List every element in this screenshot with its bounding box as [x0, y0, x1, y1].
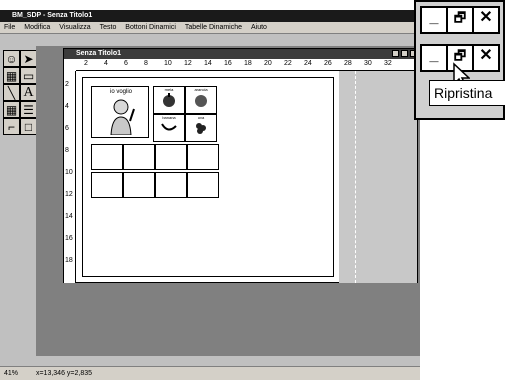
empty-cell[interactable]: [91, 172, 123, 198]
ruler-label: 2: [84, 60, 88, 67]
ruler-label: 26: [324, 60, 332, 67]
min-button[interactable]: _: [420, 44, 448, 72]
empty-cell[interactable]: [155, 172, 187, 198]
ruler-label: 18: [65, 257, 73, 264]
select-arrow-icon[interactable]: ➤: [20, 50, 37, 67]
ruler-label: 6: [124, 60, 128, 67]
ruler-label: 8: [65, 147, 69, 154]
magnified-callout: _ 🗗 ✕ _ 🗗 ✕ Ripristina: [414, 0, 505, 120]
symbol-cell-uva[interactable]: uva: [185, 114, 217, 142]
app-window: BM_SDP - Senza Titolo1 File Modifica Vis…: [0, 10, 420, 380]
ruler-label: 16: [224, 60, 232, 67]
ruler-label: 28: [344, 60, 352, 67]
table-tool-icon[interactable]: ▦: [3, 101, 20, 118]
banana-icon: [161, 123, 177, 131]
menu-visualizza[interactable]: Visualizza: [59, 24, 90, 31]
ruler-label: 2: [65, 81, 69, 88]
ruler-label: 14: [65, 213, 73, 220]
menu-bar: File Modifica Visualizza Testo Bottoni D…: [0, 22, 420, 34]
ruler-label: 16: [65, 235, 73, 242]
symbol-cell-mela[interactable]: mela: [153, 86, 185, 114]
ruler-label: 8: [144, 60, 148, 67]
ruler-label: 12: [65, 191, 73, 198]
empty-cell[interactable]: [123, 172, 155, 198]
face-tool-icon[interactable]: ☺: [3, 50, 20, 67]
restore-button[interactable]: 🗗: [446, 6, 474, 34]
empty-cell[interactable]: [187, 144, 219, 170]
ruler-label: 4: [104, 60, 108, 67]
document-title: Senza Titolo1: [76, 50, 121, 57]
document-window: Senza Titolo1 2 4 6 8 10 12 14 16 18 20 …: [63, 48, 418, 283]
symbol-cell-main[interactable]: io voglio: [91, 86, 149, 138]
ruler-label: 18: [244, 60, 252, 67]
ruler-label: 30: [364, 60, 372, 67]
title-bar: BM_SDP - Senza Titolo1: [0, 10, 420, 22]
text-tool[interactable]: A: [20, 84, 37, 101]
menu-tabelle-dinamiche[interactable]: Tabelle Dinamiche: [185, 24, 242, 31]
page-margin-area: [339, 71, 417, 283]
doc-maximize-icon[interactable]: [401, 50, 408, 57]
ruler-label: 22: [284, 60, 292, 67]
menu-file[interactable]: File: [4, 24, 15, 31]
document-title-bar: Senza Titolo1: [64, 49, 417, 59]
rectangle-tool-icon[interactable]: ▭: [20, 67, 37, 84]
ruler-top: 2 4 6 8 10 12 14 16 18 20 22 24 26 28 30…: [76, 59, 417, 71]
ruler-label: 4: [65, 103, 69, 110]
ruler-label: 12: [184, 60, 192, 67]
apple-icon: [163, 93, 175, 107]
line-tool-icon[interactable]: ╲: [3, 84, 20, 101]
menu-bottoni-dinamici[interactable]: Bottoni Dinamici: [125, 24, 176, 31]
window-title: BM_SDP - Senza Titolo1: [12, 12, 93, 19]
grapes-icon: [196, 123, 206, 134]
min-button[interactable]: _: [420, 6, 448, 34]
box-tool-icon[interactable]: □: [20, 118, 37, 135]
doc-minimize-icon[interactable]: [392, 50, 399, 57]
status-bar: 41% x=13,346 y=2,835: [0, 366, 420, 380]
menu-modifica[interactable]: Modifica: [24, 24, 50, 31]
tooltip: Ripristina: [429, 80, 505, 106]
ruler-label: 24: [304, 60, 312, 67]
close-button[interactable]: ✕: [472, 6, 500, 34]
lines-tool-icon[interactable]: ☰: [20, 101, 37, 118]
toolbox: ☺ ➤ ▦ ▭ ╲ A ▦ ☰ ⌐ □: [3, 50, 37, 180]
ruler-label: 6: [65, 125, 69, 132]
menu-testo[interactable]: Testo: [100, 24, 117, 31]
frame-tool-icon[interactable]: ⌐: [3, 118, 20, 135]
cursor-coords: x=13,346 y=2,835: [35, 370, 93, 377]
page-canvas[interactable]: io voglio mela arancia banana uva: [82, 77, 334, 277]
empty-cell[interactable]: [187, 172, 219, 198]
orange-icon: [195, 95, 207, 107]
empty-cell[interactable]: [91, 144, 123, 170]
symbol-cell-label: io voglio: [109, 89, 132, 95]
person-waving-icon: [110, 99, 135, 135]
empty-cell[interactable]: [155, 144, 187, 170]
ruler-label: 10: [65, 169, 73, 176]
zoom-level: 41%: [4, 370, 19, 377]
close-button[interactable]: ✕: [472, 44, 500, 72]
ruler-label: 32: [384, 60, 392, 67]
ruler-label: 10: [164, 60, 172, 67]
menu-aiuto[interactable]: Aiuto: [251, 24, 267, 31]
page-break-line: [355, 71, 356, 283]
grid-tool-icon[interactable]: ▦: [3, 67, 20, 84]
empty-cell[interactable]: [123, 144, 155, 170]
symbol-cell-banana[interactable]: banana: [153, 114, 185, 142]
ruler-left: 2 4 6 8 10 12 14 16 18: [64, 71, 76, 283]
ruler-label: 20: [264, 60, 272, 67]
ruler-label: 14: [204, 60, 212, 67]
symbol-cell-arancia[interactable]: arancia: [185, 86, 217, 114]
